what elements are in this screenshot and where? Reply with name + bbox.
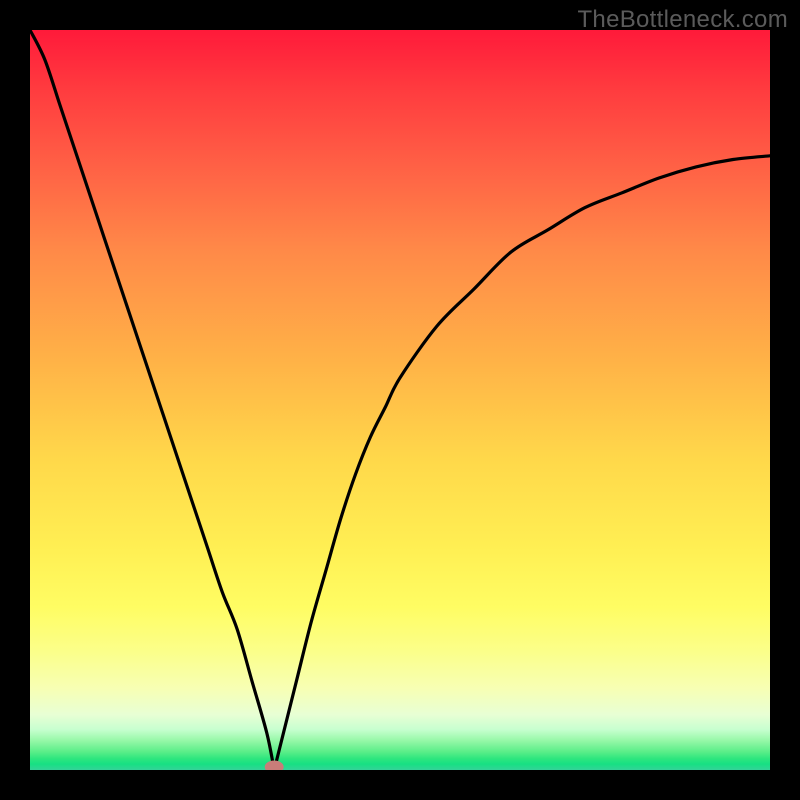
- plot-area: [30, 30, 770, 770]
- chart-frame: TheBottleneck.com: [0, 0, 800, 800]
- watermark-text: TheBottleneck.com: [577, 6, 788, 34]
- bottleneck-curve: [30, 30, 770, 770]
